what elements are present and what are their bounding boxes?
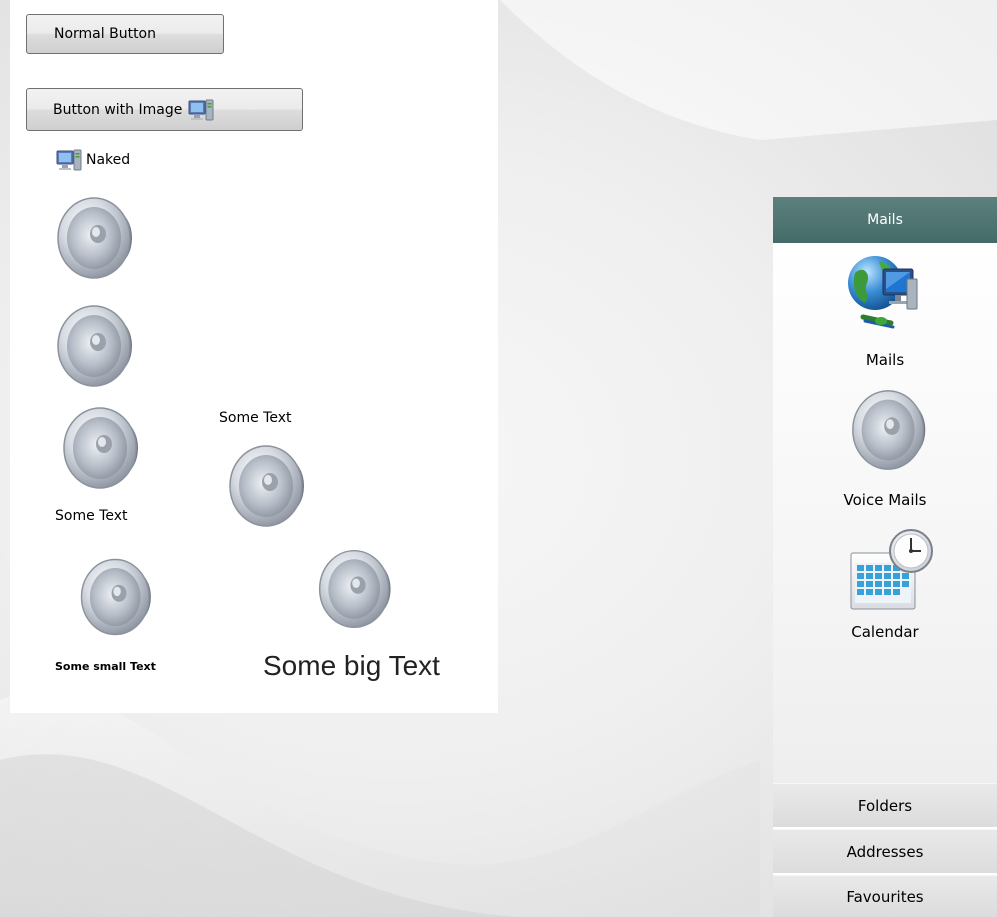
calendar-icon (850, 529, 933, 610)
speaker-icon[interactable] (222, 438, 318, 534)
nav-body: Mails Voice Mails Calendar (773, 243, 997, 783)
naked-button[interactable]: Naked (56, 147, 130, 173)
speaker-label-above: Some Text (219, 410, 292, 426)
normal-button-label: Normal Button (54, 26, 156, 42)
nav-item-label: Voice Mails (843, 491, 927, 509)
speaker-icon[interactable] (50, 190, 146, 286)
nav-item-calendar[interactable]: Calendar (773, 525, 997, 655)
nav-section-favourites[interactable]: Favourites (773, 875, 997, 917)
speaker-icon[interactable] (312, 543, 404, 635)
naked-button-label: Naked (86, 152, 131, 168)
nav-section-label: Folders (857, 796, 913, 815)
nav-item-mails[interactable]: Mails (773, 245, 997, 373)
button-with-image-label: Button with Image (53, 101, 183, 118)
nav-header-title: Mails (867, 212, 903, 228)
button-with-image[interactable]: Button with Image (26, 88, 303, 131)
nav-section-folders[interactable]: Folders (773, 783, 997, 827)
nav-item-label: Calendar (851, 623, 919, 641)
big-text-label: Some big Text (263, 650, 440, 681)
navigation-pane: Mails Mails Voice Mails Calendar Folders… (773, 197, 997, 917)
nav-item-voice-mails[interactable]: Voice Mails (773, 379, 997, 519)
computer-icon (56, 149, 82, 171)
network-globe-icon (848, 256, 918, 329)
speaker-icon[interactable] (74, 552, 164, 642)
speaker-label-below: Some Text (55, 508, 128, 524)
speaker-icon[interactable] (56, 400, 152, 496)
nav-header: Mails (773, 197, 997, 243)
small-text-label: Some small Text (55, 660, 156, 673)
computer-icon (188, 99, 214, 120)
nav-item-label: Mails (865, 351, 905, 369)
nav-section-label: Addresses (846, 842, 924, 861)
speaker-icon (845, 383, 939, 477)
normal-button[interactable]: Normal Button (26, 14, 224, 54)
nav-section-label: Favourites (846, 887, 924, 906)
speaker-icon[interactable] (50, 298, 146, 394)
nav-section-addresses[interactable]: Addresses (773, 829, 997, 873)
